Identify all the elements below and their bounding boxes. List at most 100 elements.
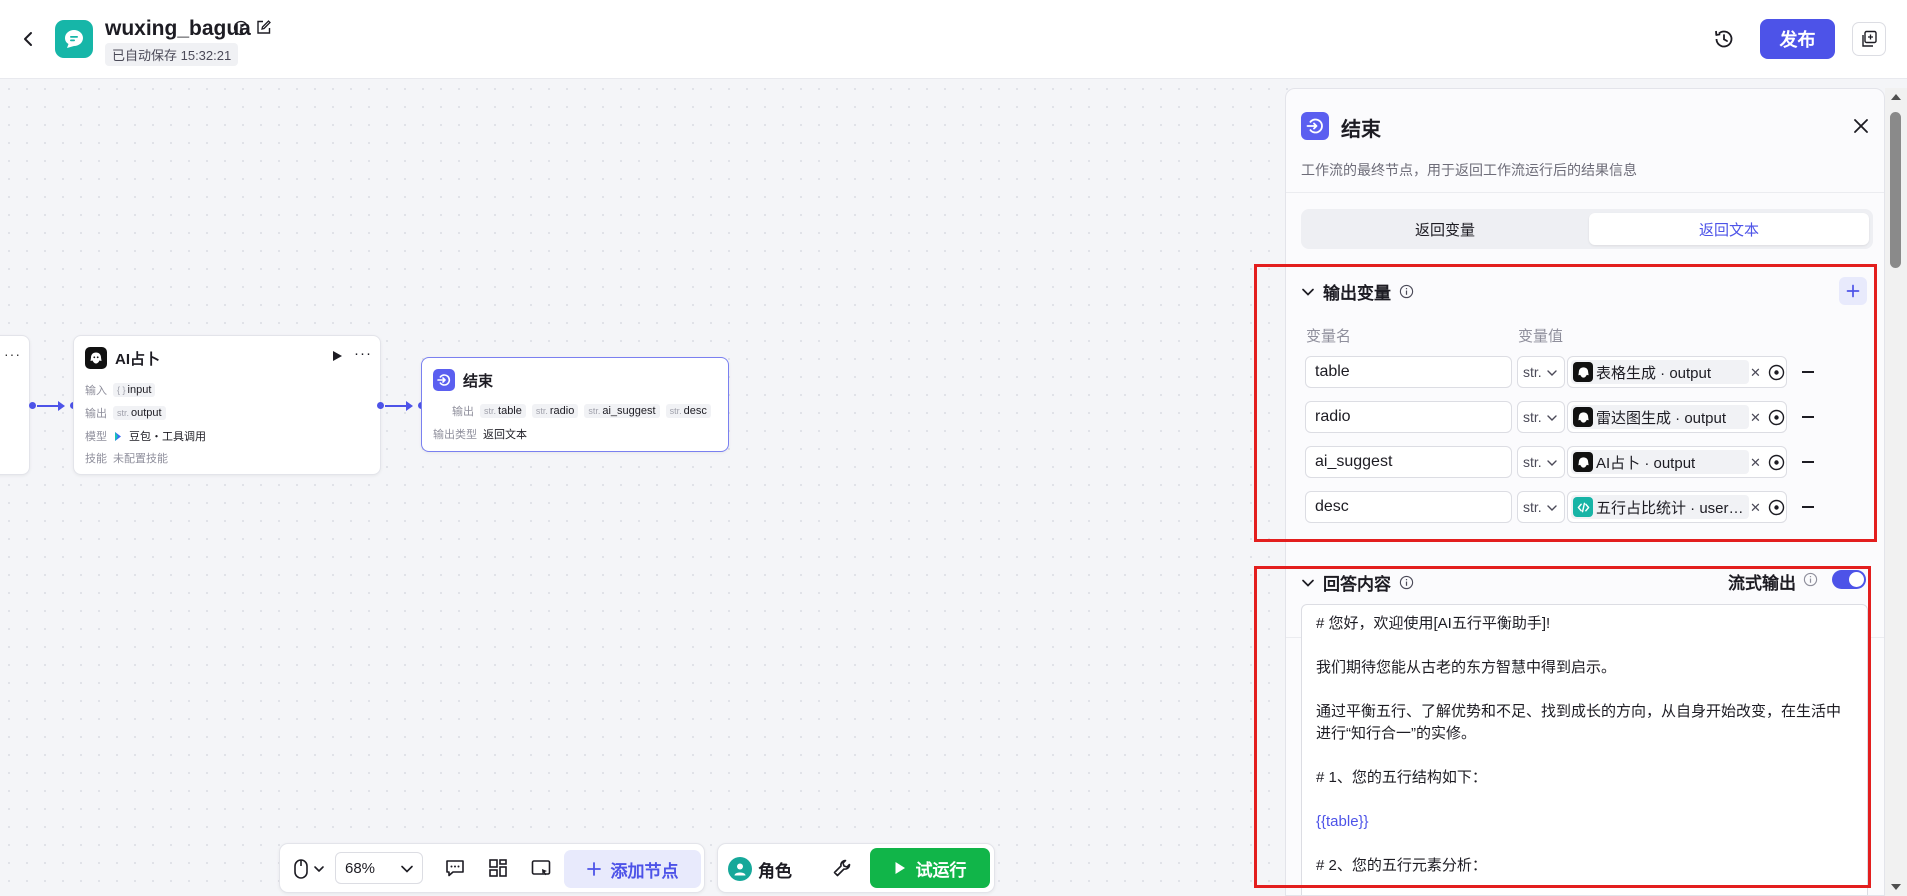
canvas-toolbar: 68% 添加节点 bbox=[279, 843, 705, 893]
answer-line: # 2、您的五行元素分析： bbox=[1316, 857, 1487, 874]
target-icon[interactable] bbox=[1768, 499, 1785, 516]
skill-value: 未配置技能 bbox=[113, 453, 168, 465]
chevron-down-icon bbox=[1547, 505, 1557, 511]
output-label: 输出 bbox=[85, 408, 107, 420]
chevron-down-icon[interactable] bbox=[1301, 285, 1315, 299]
role-label: 角色 bbox=[758, 861, 792, 881]
answer-content-editor[interactable]: # 您好，欢迎使用[AI五行平衡助手]! 我们期待您能从古老的东方智慧中得到启示… bbox=[1301, 604, 1868, 895]
chat-bubble-icon bbox=[65, 30, 83, 48]
tab-return-text[interactable]: 返回文本 bbox=[1589, 213, 1869, 245]
tab-return-variables[interactable]: 返回变量 bbox=[1305, 213, 1585, 245]
end-node[interactable]: 结束 输出 str. table str. radio str. ai_suggest… bbox=[421, 357, 729, 452]
variable-type-select[interactable]: str. bbox=[1517, 356, 1565, 388]
more-icon[interactable]: ··· bbox=[4, 346, 21, 362]
more-icon[interactable]: ··· bbox=[354, 345, 372, 362]
column-header-value: 变量值 bbox=[1518, 328, 1564, 345]
section-title: 输出变量 bbox=[1323, 284, 1391, 303]
add-node-button[interactable]: 添加节点 bbox=[564, 850, 701, 888]
panel-scrollbar[interactable] bbox=[1885, 88, 1907, 896]
wrench-icon[interactable] bbox=[831, 857, 853, 879]
bot-icon bbox=[1573, 452, 1593, 472]
copy-icon bbox=[1862, 30, 1877, 47]
scroll-down-icon[interactable] bbox=[1891, 884, 1901, 890]
stream-output-label: 流式输出 bbox=[1728, 574, 1796, 593]
mouse-mode-icon[interactable] bbox=[292, 858, 328, 880]
variable-value-select[interactable]: AI占卜 · output ✕ bbox=[1567, 446, 1787, 478]
variable-type-select[interactable]: str. bbox=[1517, 491, 1565, 523]
role-button[interactable]: 角色 bbox=[728, 851, 792, 887]
zoom-value: 68% bbox=[345, 859, 376, 877]
chevron-down-icon bbox=[1547, 415, 1557, 421]
info-icon[interactable] bbox=[1399, 284, 1414, 299]
chevron-down-icon[interactable] bbox=[1301, 576, 1315, 590]
exit-icon bbox=[1301, 112, 1329, 140]
close-icon[interactable] bbox=[1851, 116, 1871, 136]
input-tag: { } input bbox=[113, 383, 156, 397]
output-label: 输出 bbox=[452, 406, 474, 418]
minimap-icon[interactable] bbox=[530, 857, 552, 879]
variable-type-select[interactable]: str. bbox=[1517, 446, 1565, 478]
output-variables-header: 输出变量 bbox=[1301, 279, 1414, 304]
play-icon bbox=[895, 862, 905, 874]
zoom-select[interactable]: 68% bbox=[335, 852, 423, 884]
clear-icon[interactable]: ✕ bbox=[1750, 365, 1761, 381]
workflow-node-partial[interactable]: ··· bbox=[0, 335, 30, 475]
bot-icon bbox=[1573, 407, 1593, 427]
code-icon bbox=[1573, 497, 1593, 517]
variable-type-select[interactable]: str. bbox=[1517, 401, 1565, 433]
variable-value-select[interactable]: 雷达图生成 · output ✕ bbox=[1567, 401, 1787, 433]
target-icon[interactable] bbox=[1768, 409, 1785, 426]
variable-row: str. AI占卜 · output ✕ bbox=[1305, 446, 1875, 478]
run-node-icon[interactable] bbox=[332, 350, 343, 362]
target-icon[interactable] bbox=[1768, 454, 1785, 471]
add-variable-button[interactable] bbox=[1839, 277, 1867, 305]
info-icon[interactable] bbox=[1803, 572, 1818, 587]
scroll-up-icon[interactable] bbox=[1891, 94, 1901, 100]
remove-variable-button[interactable] bbox=[1802, 371, 1814, 373]
clear-icon[interactable]: ✕ bbox=[1750, 410, 1761, 426]
remove-variable-button[interactable] bbox=[1802, 506, 1814, 508]
remove-variable-button[interactable] bbox=[1802, 416, 1814, 418]
ai-divination-node[interactable]: AI占卜 ··· 输入 { } input 输出 str. output 模型 豆包… bbox=[73, 335, 381, 475]
skill-label: 技能 bbox=[85, 453, 107, 465]
edit-icon[interactable] bbox=[255, 19, 272, 36]
workflow-canvas[interactable] bbox=[0, 80, 1290, 896]
output-port[interactable] bbox=[377, 402, 384, 409]
plus-icon bbox=[1846, 284, 1860, 298]
edge-line bbox=[385, 405, 406, 407]
model-logo-icon bbox=[115, 431, 121, 441]
column-header-name: 变量名 bbox=[1306, 328, 1352, 345]
layout-icon[interactable] bbox=[487, 857, 509, 879]
output-port[interactable] bbox=[29, 402, 36, 409]
bot-icon bbox=[1573, 362, 1593, 382]
edge-line bbox=[37, 405, 58, 407]
node-title: AI占卜 bbox=[115, 350, 161, 368]
copy-button[interactable] bbox=[1852, 22, 1886, 56]
variable-name-input[interactable] bbox=[1305, 356, 1512, 388]
comment-icon[interactable] bbox=[444, 857, 466, 879]
stream-output-toggle[interactable] bbox=[1832, 570, 1866, 589]
remove-variable-button[interactable] bbox=[1802, 461, 1814, 463]
info-icon[interactable] bbox=[1399, 575, 1414, 590]
variable-value-select[interactable]: 表格生成 · output ✕ bbox=[1567, 356, 1787, 388]
variable-name-input[interactable] bbox=[1305, 446, 1512, 478]
test-run-label: 试运行 bbox=[915, 860, 967, 880]
test-run-button[interactable]: 试运行 bbox=[870, 848, 990, 888]
clear-icon[interactable]: ✕ bbox=[1750, 455, 1761, 471]
variable-value-select[interactable]: 五行占比统计 · user_wuxi… ✕ bbox=[1567, 491, 1787, 523]
chevron-down-icon bbox=[401, 865, 413, 873]
input-label: 输入 bbox=[85, 385, 107, 397]
divider bbox=[1286, 192, 1884, 193]
user-icon bbox=[734, 863, 746, 876]
history-icon[interactable] bbox=[1712, 27, 1736, 51]
output-type-label: 输出类型 bbox=[433, 429, 477, 441]
variable-name-input[interactable] bbox=[1305, 491, 1512, 523]
target-icon[interactable] bbox=[1768, 364, 1785, 381]
clear-icon[interactable]: ✕ bbox=[1750, 500, 1761, 516]
info-icon[interactable] bbox=[233, 20, 249, 36]
publish-button[interactable]: 发布 bbox=[1760, 19, 1835, 59]
back-arrow-icon[interactable] bbox=[18, 28, 38, 50]
scroll-thumb[interactable] bbox=[1890, 112, 1901, 268]
app-name: wuxing_bagua bbox=[105, 17, 251, 40]
variable-name-input[interactable] bbox=[1305, 401, 1512, 433]
